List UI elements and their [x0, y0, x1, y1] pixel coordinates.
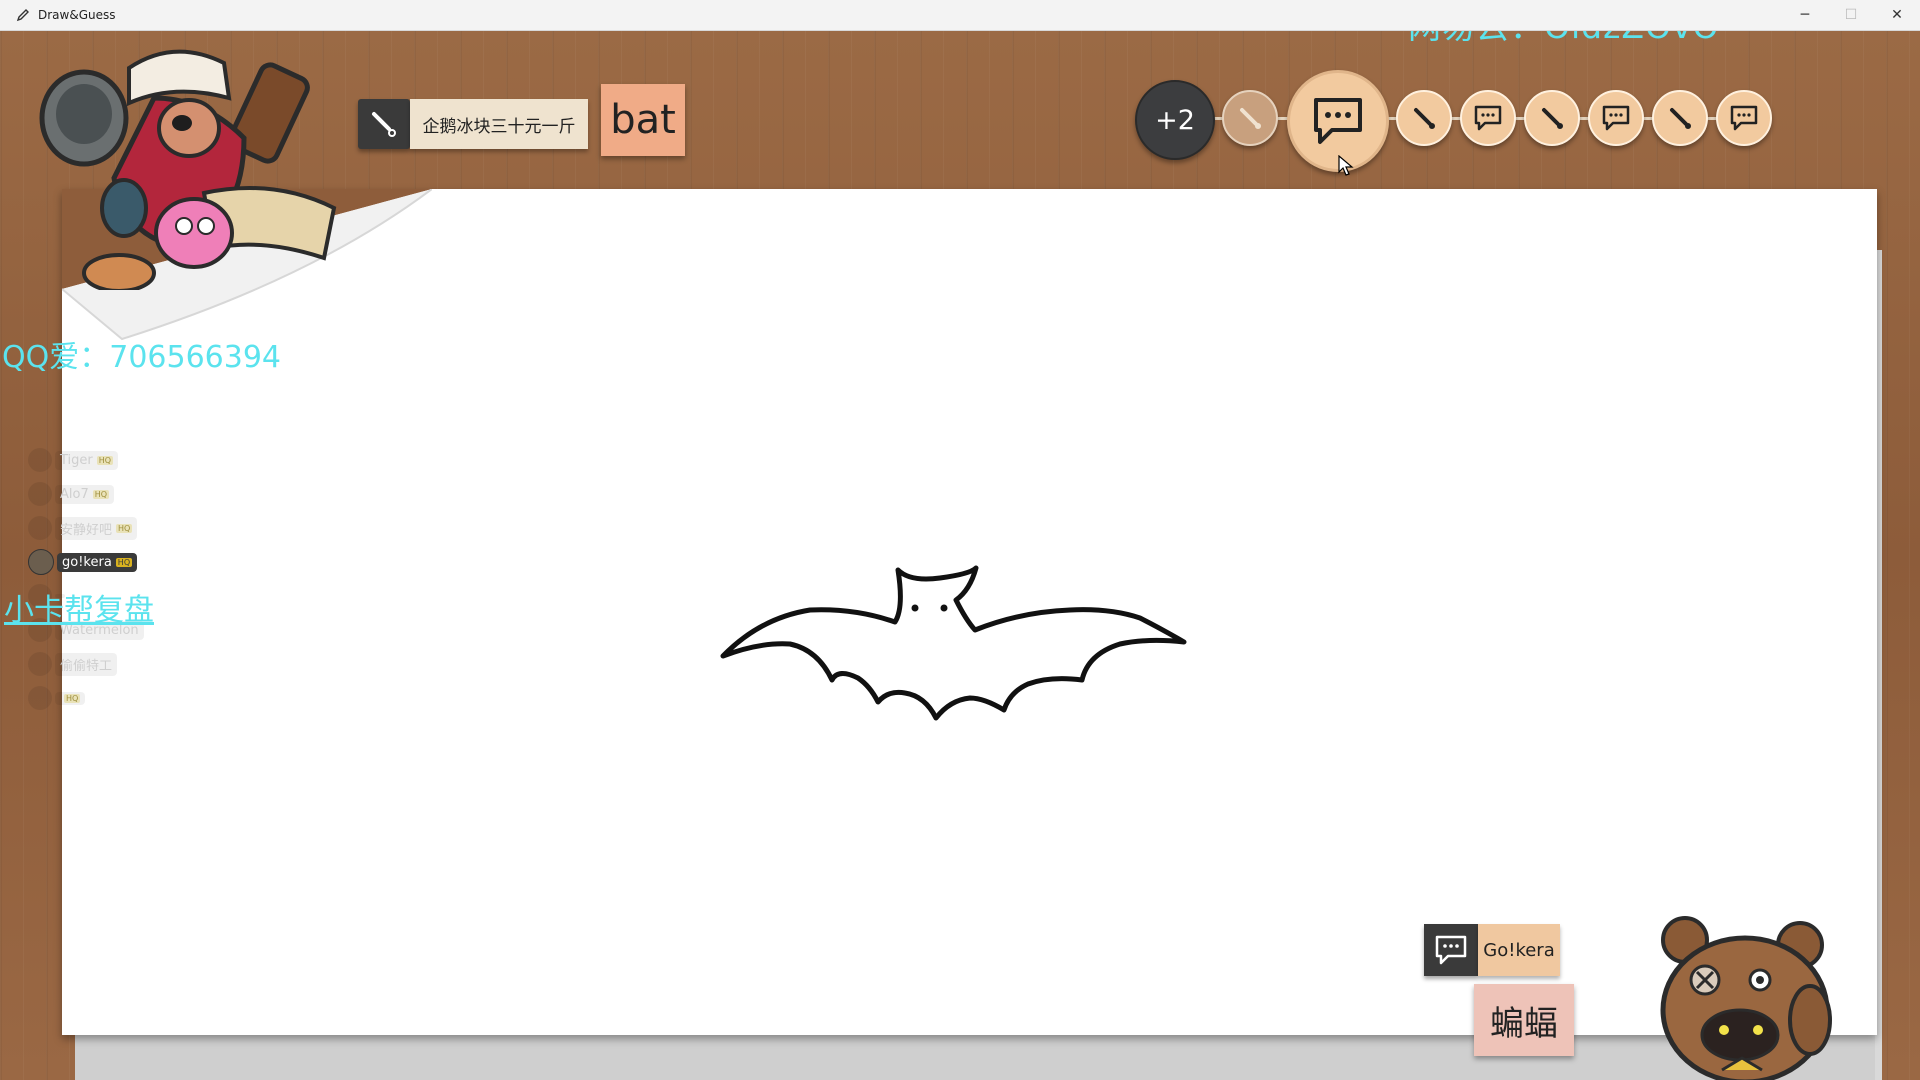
- brush-icon: [1240, 108, 1261, 129]
- timeline-node-draw-done[interactable]: [1222, 90, 1278, 146]
- brush-icon: [1414, 108, 1435, 129]
- window-title: Draw&Guess: [38, 8, 116, 22]
- avatar: [28, 549, 54, 575]
- minimize-button[interactable]: ─: [1782, 0, 1828, 30]
- hq-badge: HQ: [64, 693, 81, 703]
- paper-stack-bottom: [75, 1035, 1875, 1080]
- brush-icon: [372, 112, 396, 137]
- chat-bubble-icon: [1474, 105, 1502, 131]
- bat-sketch: [720, 565, 1187, 721]
- teddy-bear-mascot-illustration: [1660, 916, 1832, 1080]
- hq-badge: HQ: [115, 557, 133, 567]
- player-list: Tiger HQ Alo7 HQ 安静好吧 HQ go!kera HQ Watermel…: [28, 443, 144, 715]
- avatar: [28, 516, 52, 540]
- player-item: HQ: [28, 681, 144, 715]
- watermark-qq: QQ爱：706566394: [2, 340, 282, 375]
- guess-word-card: 蝙蝠: [1474, 984, 1574, 1056]
- player-name: go!kera: [62, 554, 112, 570]
- chat-bubble-icon: [1314, 98, 1362, 144]
- guess-chat-icon-box: [1424, 924, 1478, 976]
- target-word-card: bat: [601, 84, 685, 156]
- avatar: [28, 482, 52, 506]
- player-item-active: go!kera HQ: [28, 545, 144, 579]
- chat-bubble-icon: [1602, 105, 1630, 131]
- mouse-cursor-icon: [1338, 155, 1354, 176]
- timeline-node-draw[interactable]: [1652, 90, 1708, 146]
- player-name: Alo7: [60, 486, 89, 502]
- chat-bubble-icon: [1730, 105, 1758, 131]
- avatar: [28, 652, 52, 676]
- timeline-node-guess[interactable]: [1460, 90, 1516, 146]
- hq-badge: HQ: [92, 489, 110, 499]
- hq-badge: HQ: [96, 455, 114, 465]
- timeline-node-guess[interactable]: [1716, 90, 1772, 146]
- avatar: [28, 448, 52, 472]
- timeline-node-guess[interactable]: [1588, 90, 1644, 146]
- timeline-more-node[interactable]: +2: [1135, 80, 1215, 160]
- close-button[interactable]: ✕: [1874, 0, 1920, 30]
- player-item: Alo7 HQ: [28, 477, 144, 511]
- brush-icon: [1670, 108, 1691, 129]
- pencil-app-icon: [16, 9, 29, 22]
- timeline-node-draw[interactable]: [1396, 90, 1452, 146]
- brush-tool-button[interactable]: [358, 99, 410, 149]
- player-item: 安静好吧 HQ: [28, 511, 144, 545]
- pirate-mascot-illustration: [39, 49, 337, 290]
- player-item: Tiger HQ: [28, 443, 144, 477]
- player-name: 偷偷特工: [60, 658, 113, 674]
- window-titlebar: Draw&Guess ─ ☐ ✕: [0, 0, 1920, 31]
- player-item: 偷偷特工: [28, 647, 144, 681]
- avatar: [28, 686, 52, 710]
- brush-icon: [1542, 108, 1563, 129]
- guesser-name: Go!kera: [1478, 924, 1560, 976]
- maximize-button[interactable]: ☐: [1828, 0, 1874, 30]
- player-name: 安静好吧: [60, 522, 113, 538]
- drawer-prompt-label: 企鹅冰块三十元一斤: [410, 99, 588, 149]
- watermark-card: 小卡帮复盘: [4, 593, 154, 628]
- chat-bubble-icon: [1435, 935, 1467, 965]
- player-name: Tiger: [60, 452, 93, 468]
- hq-badge: HQ: [116, 523, 133, 533]
- timeline-node-draw[interactable]: [1524, 90, 1580, 146]
